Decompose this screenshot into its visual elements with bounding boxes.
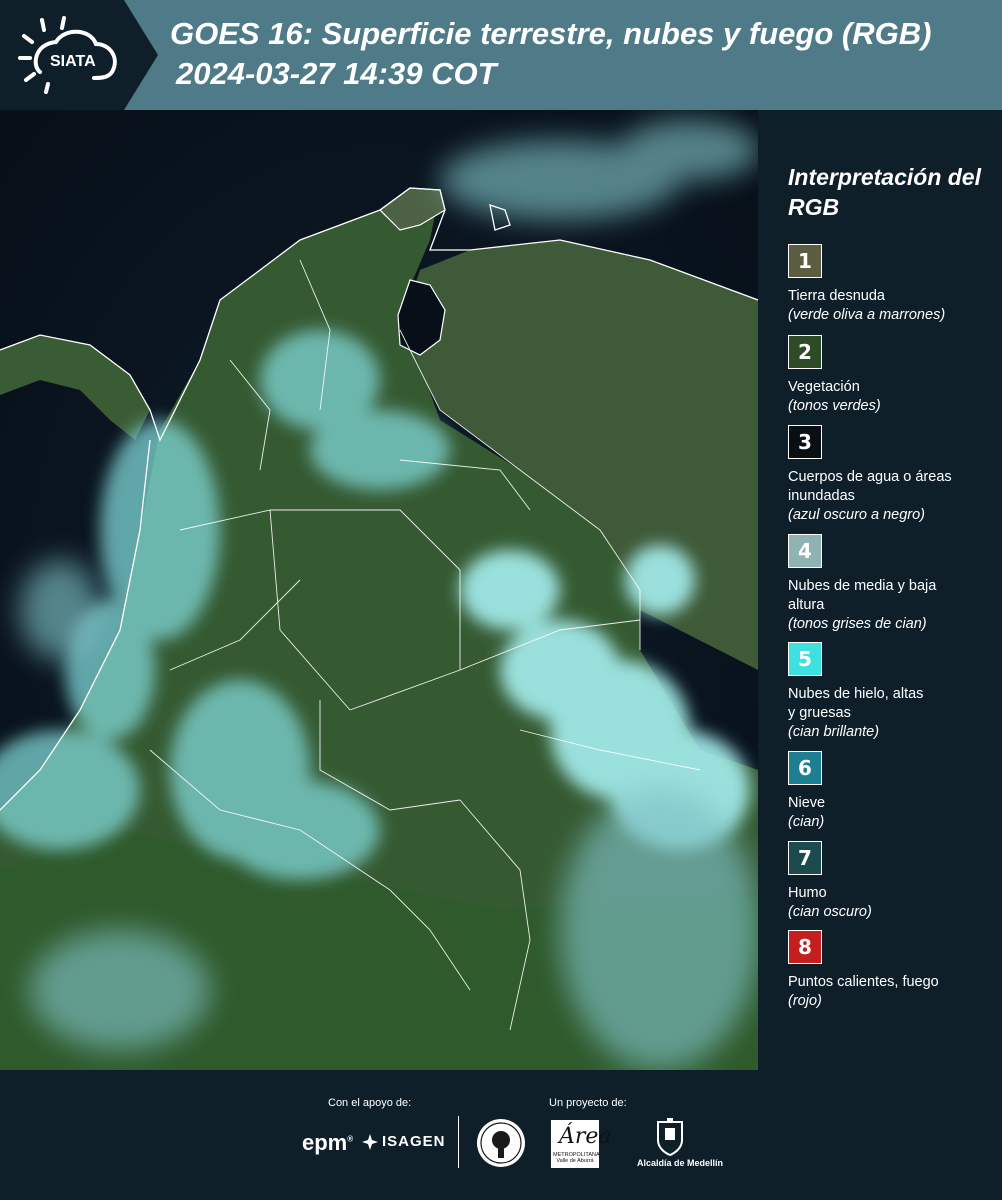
legend-swatch-8: 8: [788, 930, 822, 964]
satellite-image: [0, 110, 758, 1070]
legend-label-4: Nubes de media y baja altura: [788, 578, 937, 613]
legend-note-3: (azul oscuro a negro): [788, 507, 926, 523]
epm-logo: epm®: [302, 1130, 354, 1155]
legend-swatch-4: 4: [788, 534, 822, 568]
legend-panel: Interpretación del RGB 1 Tierra desnuda …: [758, 110, 1002, 1070]
legend-swatch-2: 2: [788, 335, 822, 369]
legend-note-5: (cian brillante): [788, 724, 880, 740]
legend-item-2: 2 Vegetación (tonos verdes): [788, 335, 998, 416]
legend-item-7: 7 Humo (cian oscuro): [788, 841, 998, 922]
sun-cloud-icon: SIATA: [18, 16, 117, 94]
footer-divider: [458, 1116, 459, 1168]
legend-swatch-1: 1: [788, 244, 822, 278]
legend-swatch-3: 3: [788, 425, 822, 459]
legend-label-3: Cuerpos de agua o áreas inundadas: [788, 469, 952, 504]
legend-label-8: Puntos calientes, fuego: [788, 974, 939, 990]
legend-label-1: Tierra desnuda: [788, 288, 885, 304]
area-metropolitana-logo: Área METROPOLITANA Valle de Aburrá: [551, 1120, 612, 1168]
legend-label-2: Vegetación: [788, 379, 860, 395]
legend-item-8: 8 Puntos calientes, fuego (rojo): [788, 930, 998, 1011]
seal-icon: [477, 1119, 525, 1167]
legend-label-7: Humo: [788, 885, 827, 901]
isagen-logo: ISAGEN: [362, 1133, 446, 1150]
page-timestamp: 2024-03-27 14:39 COT: [176, 56, 497, 91]
legend-item-3: 3 Cuerpos de agua o áreas inundadas (azu…: [788, 425, 998, 525]
project-label: Un proyecto de:: [549, 1097, 627, 1109]
isagen-icon: [362, 1133, 378, 1150]
header-chevron: [124, 0, 158, 110]
header: SIATA GOES 16: Superficie terrestre, nub…: [0, 0, 1002, 110]
legend-note-8: (rojo): [788, 993, 822, 1009]
satellite-map[interactable]: [0, 110, 758, 1070]
footer: Con el apoyo de: Un proyecto de: epm® IS…: [0, 1070, 1002, 1200]
legend-note-1: (verde oliva a marrones): [788, 307, 946, 323]
legend-label-6: Nieve: [788, 795, 826, 811]
siata-logo: SIATA: [0, 0, 124, 110]
svg-text:SIATA: SIATA: [50, 53, 96, 70]
legend-note-7: (cian oscuro): [788, 904, 872, 920]
legend-label-5: Nubes de hielo, altas y gruesas: [788, 686, 924, 721]
legend-note-4: (tonos grises de cian): [788, 616, 927, 632]
legend-item-5: 5 Nubes de hielo, altas y gruesas (cian …: [788, 642, 998, 742]
legend-swatch-7: 7: [788, 841, 822, 875]
legend-note-6: (cian): [788, 814, 825, 830]
page-title: GOES 16: Superficie terrestre, nubes y f…: [170, 16, 932, 51]
support-label: Con el apoyo de:: [328, 1097, 412, 1109]
alcaldia-medellin-logo: Alcaldía de Medellín: [637, 1118, 723, 1168]
legend-item-1: 1 Tierra desnuda (verde oliva a marrones…: [788, 244, 998, 325]
coat-of-arms-icon: [657, 1118, 683, 1156]
legend-note-2: (tonos verdes): [788, 398, 881, 414]
legend-title: Interpretación del RGB: [788, 164, 981, 220]
legend-swatch-5: 5: [788, 642, 822, 676]
legend-swatch-6: 6: [788, 751, 822, 785]
legend-item-4: 4 Nubes de media y baja altura (tonos gr…: [788, 534, 998, 634]
legend-item-6: 6 Nieve (cian): [788, 751, 998, 832]
